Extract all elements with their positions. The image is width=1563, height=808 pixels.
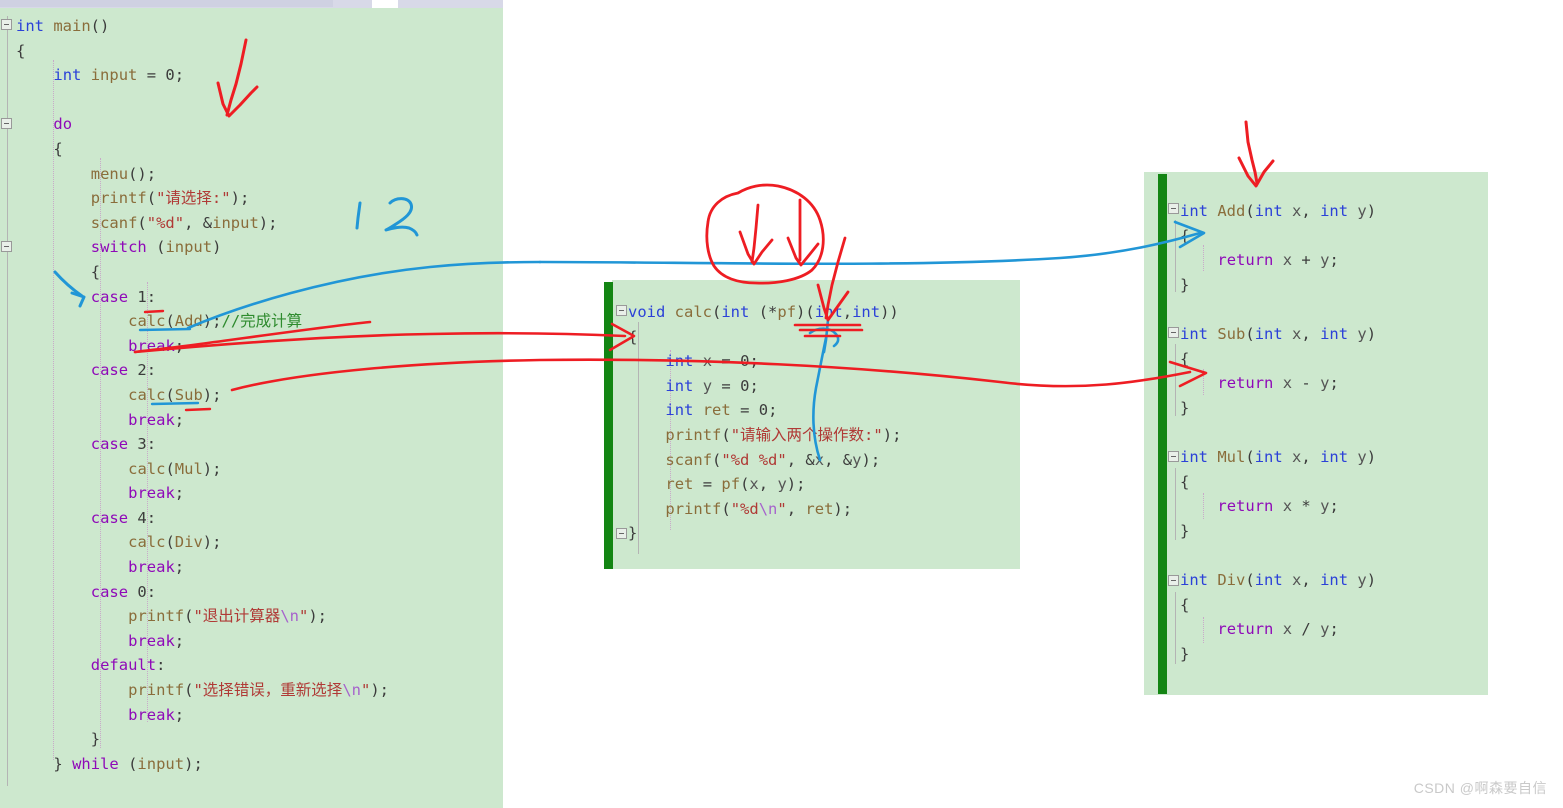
- code-line: break;: [128, 705, 185, 724]
- collapse-toggle-calc[interactable]: [616, 305, 627, 316]
- code-line: printf("%d\n", ret);: [665, 499, 853, 518]
- collapse-toggle-do[interactable]: [1, 118, 12, 129]
- collapse-toggle-calc-end[interactable]: [616, 528, 627, 539]
- code-line: {: [90, 262, 101, 281]
- code-line: calc(Add);//完成计算: [128, 312, 303, 331]
- code-line: }: [1180, 398, 1190, 417]
- editor-gutter-line: [7, 16, 8, 786]
- code-line: case 2:: [90, 361, 157, 380]
- code-line: int x = 0;: [665, 352, 759, 371]
- collapse-toggle-switch[interactable]: [1, 241, 12, 252]
- code-line: default:: [90, 656, 166, 675]
- code-line: menu();: [90, 164, 157, 183]
- code-line: case 1:: [90, 287, 157, 306]
- code-line: int main(): [16, 17, 110, 35]
- gutter-mul: [1175, 468, 1176, 540]
- calc-code-text: void calc(int (*pf)(int,int)) { int x = 0…: [628, 300, 901, 546]
- code-line: int Mul(int x, int y): [1180, 447, 1377, 466]
- code-line: int input = 0;: [53, 66, 185, 85]
- ops-code-text: int Add(int x, int y) { return x + y;} in…: [1180, 199, 1376, 666]
- code-line: }: [90, 730, 101, 749]
- code-line: scanf("%d", &input);: [90, 213, 278, 232]
- code-line: break;: [128, 484, 185, 503]
- code-line: return x - y;: [1217, 374, 1339, 393]
- collapse-toggle-mul[interactable]: [1168, 451, 1179, 462]
- csdn-watermark: CSDN @啊森要自信: [1413, 780, 1547, 796]
- gutter-sub: [1175, 344, 1176, 416]
- code-line: {: [1180, 472, 1190, 491]
- code-line: }: [1180, 644, 1190, 663]
- code-line: } while (input);: [53, 754, 203, 773]
- code-line: calc(Mul);: [128, 459, 222, 478]
- code-line: switch (input): [90, 238, 222, 257]
- code-line: int Add(int x, int y): [1180, 202, 1377, 220]
- red-scribble-circle: [705, 183, 825, 285]
- code-line: {: [53, 139, 63, 158]
- code-line: int Div(int x, int y): [1180, 570, 1377, 589]
- gutter-div: [1175, 592, 1176, 664]
- code-line: {: [1180, 595, 1190, 614]
- code-line: scanf("%d %d", &x, &y);: [665, 450, 881, 469]
- code-line: do: [53, 115, 73, 134]
- collapse-toggle-sub[interactable]: [1168, 327, 1179, 338]
- collapse-toggle-div[interactable]: [1168, 575, 1179, 586]
- gutter-add: [1175, 220, 1176, 292]
- code-line: void calc(int (*pf)(int,int)): [628, 303, 899, 321]
- code-line: }: [628, 524, 638, 543]
- code-line: return x / y;: [1217, 620, 1339, 639]
- code-line: case 3:: [90, 435, 157, 454]
- main-code-text: int main(){ int input = 0; do { menu(); …: [16, 14, 389, 776]
- code-line: {: [16, 41, 26, 60]
- collapse-toggle-main[interactable]: [1, 19, 12, 30]
- code-line: break;: [128, 336, 185, 355]
- code-line: printf("请选择:");: [90, 189, 250, 208]
- code-line: case 4:: [90, 508, 157, 527]
- code-line: case 0:: [90, 582, 157, 601]
- code-line: break;: [128, 558, 185, 577]
- collapse-toggle-add[interactable]: [1168, 203, 1179, 214]
- code-line: int y = 0;: [665, 376, 759, 395]
- code-line: printf("选择错误，重新选择\n");: [128, 681, 390, 700]
- code-line: printf("退出计算器\n");: [128, 607, 328, 626]
- code-line: return x + y;: [1217, 251, 1339, 270]
- code-line: calc(Div);: [128, 533, 222, 552]
- code-line: printf("请输入两个操作数:");: [665, 425, 902, 444]
- change-indicator-calc: [604, 282, 613, 569]
- code-line: int Sub(int x, int y): [1180, 324, 1377, 343]
- code-line: return x * y;: [1217, 497, 1339, 516]
- code-line: calc(Sub);: [128, 385, 222, 404]
- code-line: {: [628, 327, 638, 346]
- code-line: ret = pf(x, y);: [665, 475, 806, 494]
- code-line: {: [1180, 226, 1190, 245]
- code-line: break;: [128, 410, 185, 429]
- code-line: }: [1180, 521, 1190, 540]
- change-indicator-ops: [1158, 174, 1167, 694]
- code-line: }: [1180, 275, 1190, 294]
- horizontal-scrollbar-thumb[interactable]: [0, 0, 333, 7]
- code-line: {: [1180, 349, 1190, 368]
- code-line: break;: [128, 631, 185, 650]
- code-line: int ret = 0;: [665, 401, 778, 420]
